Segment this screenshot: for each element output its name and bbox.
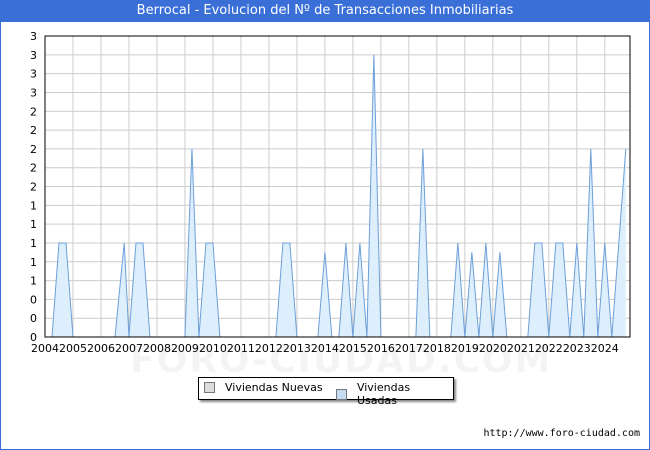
legend: Viviendas Nuevas Viviendas Usadas [198, 377, 454, 407]
x-tick-label: 2024 [591, 342, 619, 355]
series-area-viviendas-usadas [51, 54, 626, 337]
x-tick-label: 2007 [115, 342, 143, 355]
y-tick-label: 3 [30, 49, 37, 62]
x-tick-label: 2015 [339, 342, 367, 355]
legend-label-usadas: Viviendas Usadas [356, 381, 411, 407]
x-tick-label: 2014 [311, 342, 339, 355]
y-tick-label: 1 [30, 256, 37, 269]
x-tick-label: 2016 [367, 342, 395, 355]
y-tick-label: 2 [30, 105, 37, 118]
x-tick-label: 2023 [563, 342, 591, 355]
legend-item-nuevas: Viviendas Nuevas [204, 381, 323, 394]
x-tick-label: 2021 [507, 342, 535, 355]
x-tick-label: 2022 [535, 342, 563, 355]
y-tick-label: 3 [30, 86, 37, 99]
legend-swatch-usadas [336, 388, 347, 400]
y-tick-label: 1 [30, 218, 37, 231]
x-tick-label: 2013 [283, 342, 311, 355]
y-tick-label: 3 [30, 30, 37, 43]
y-tick-label: 0 [30, 293, 37, 306]
x-tick-label: 2004 [31, 342, 59, 355]
x-tick-label: 2009 [171, 342, 199, 355]
x-tick-label: 2010 [199, 342, 227, 355]
y-axis-ticks: 00011111222223333 [30, 30, 37, 344]
y-tick-label: 1 [30, 237, 37, 250]
legend-item-usadas: Viviendas Usadas [336, 381, 453, 407]
x-tick-label: 2005 [59, 342, 87, 355]
x-tick-label: 2011 [227, 342, 255, 355]
legend-label-nuevas: Viviendas Nuevas [225, 381, 323, 394]
y-tick-label: 0 [30, 312, 37, 325]
x-tick-label: 2019 [451, 342, 479, 355]
y-tick-label: 2 [30, 124, 37, 137]
y-tick-label: 2 [30, 162, 37, 175]
x-tick-label: 2008 [143, 342, 171, 355]
y-tick-label: 1 [30, 199, 37, 212]
x-tick-label: 2020 [479, 342, 507, 355]
x-axis-ticks: 2004 2005 2006 2007 2008 2009 2010 2011 2012 2013… [31, 342, 619, 355]
series-layer [51, 54, 627, 338]
y-tick-label: 3 [30, 68, 37, 81]
footer-url: http://www.foro-ciudad.com [483, 428, 640, 439]
legend-swatch-nuevas [204, 382, 215, 393]
x-tick-label: 2006 [87, 342, 115, 355]
x-tick-label: 2017 [395, 342, 423, 355]
y-tick-label: 1 [30, 275, 37, 288]
y-tick-label: 2 [30, 181, 37, 194]
x-tick-label: 2018 [423, 342, 451, 355]
x-tick-label: 2012 [255, 342, 283, 355]
y-tick-label: 2 [30, 143, 37, 156]
